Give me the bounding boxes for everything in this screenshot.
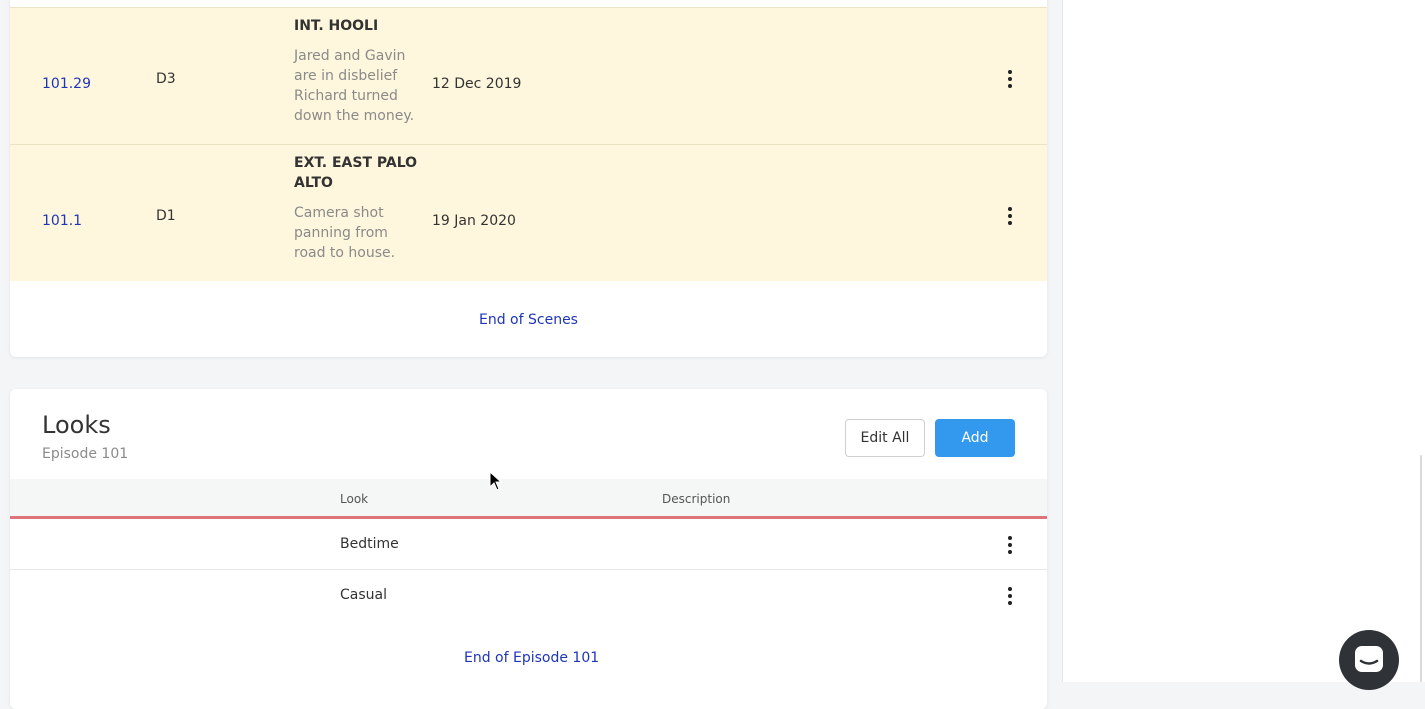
add-look-button[interactable]: Add (935, 419, 1015, 457)
scene-number-link[interactable]: 101.1 (42, 213, 82, 229)
look-name: Bedtime (340, 536, 399, 552)
looks-table-header: Look Description (10, 479, 1047, 519)
looks-subtitle: Episode 101 (42, 446, 129, 462)
kebab-menu-icon[interactable] (1000, 535, 1020, 555)
scrollbar[interactable] (1420, 455, 1422, 682)
scene-day-night: D1 (156, 208, 176, 224)
scene-date: 12 Dec 2019 (432, 76, 522, 92)
look-row[interactable]: Casual (10, 570, 1047, 621)
end-of-episode-link[interactable]: End of Episode 101 (464, 650, 599, 666)
mouse-pointer-icon (489, 470, 503, 495)
scene-description: Camera shot panning from road to house. (294, 205, 396, 261)
scene-date: 19 Jan 2020 (432, 213, 516, 229)
column-header-look[interactable]: Look (340, 492, 368, 506)
chat-launcher-button[interactable] (1339, 630, 1399, 690)
scene-row[interactable]: 101.1 D1 EXT. EAST PALO ALTO Camera shot… (10, 144, 1047, 281)
scenes-card: 101.29 D3 INT. HOOLI Jared and Gavin are… (10, 0, 1047, 357)
look-row[interactable]: Bedtime (10, 519, 1047, 570)
scene-number-link[interactable]: 101.29 (42, 76, 91, 92)
scene-row[interactable]: 101.29 D3 INT. HOOLI Jared and Gavin are… (10, 7, 1047, 144)
edit-all-button[interactable]: Edit All (845, 419, 925, 457)
looks-title: Looks (42, 411, 111, 439)
look-name: Casual (340, 587, 387, 603)
kebab-menu-icon[interactable] (1000, 586, 1020, 606)
scene-slugline: EXT. EAST PALO ALTO (294, 155, 418, 191)
looks-card: Looks Episode 101 Edit All Add Look Desc… (10, 389, 1047, 709)
scene-slugline: INT. HOOLI (294, 18, 379, 34)
kebab-menu-icon[interactable] (1000, 206, 1020, 226)
scene-day-night: D3 (156, 71, 176, 87)
column-header-description[interactable]: Description (662, 492, 730, 506)
side-panel (1062, 0, 1425, 682)
kebab-menu-icon[interactable] (1000, 69, 1020, 89)
end-of-scenes-link[interactable]: End of Scenes (479, 312, 578, 328)
scene-description: Jared and Gavin are in disbelief Richard… (294, 48, 415, 124)
main-content: 101.29 D3 INT. HOOLI Jared and Gavin are… (0, 0, 1062, 709)
chat-icon (1355, 646, 1383, 672)
